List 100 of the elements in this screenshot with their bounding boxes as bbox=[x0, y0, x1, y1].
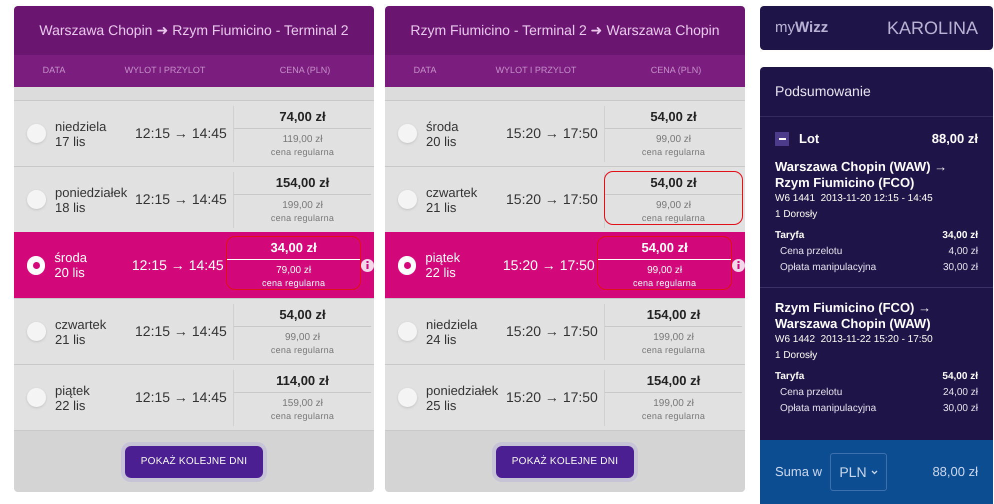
price: 114,00 zł bbox=[276, 372, 329, 390]
info-icon[interactable] bbox=[732, 258, 745, 272]
leg-details: W6 1441 2013-11-20 12:15 - 14:45 bbox=[775, 192, 934, 206]
flight-row[interactable]: piątek 22 lis 12:15 → 14:45 114,00 zł 159,00 zł cena regularna bbox=[14, 364, 374, 430]
regular-price: 199,00 zł bbox=[653, 398, 694, 410]
collapse-icon[interactable] bbox=[775, 132, 789, 146]
radio-button[interactable] bbox=[398, 256, 416, 274]
regular-price-label: cena regularna bbox=[270, 146, 334, 158]
fare-item-value: 30,00 zł bbox=[942, 260, 978, 274]
column-header: WYLOT I PRZYLOT bbox=[494, 64, 578, 78]
price: 74,00 zł bbox=[279, 108, 326, 126]
info-icon[interactable] bbox=[361, 258, 374, 272]
price: 54,00 zł bbox=[641, 239, 688, 257]
user-name[interactable]: KAROLINA bbox=[886, 14, 978, 42]
day-name: czwartek bbox=[55, 316, 108, 332]
route-title: Rzym Fiumicino - Terminal 2 ➜ Warszawa Chopin bbox=[410, 21, 720, 40]
fare-label: Taryfa bbox=[775, 228, 804, 242]
route-title: Warszawa Chopin ➜ Rzym Fiumicino - Terminal 2 bbox=[39, 21, 349, 40]
date: 24 lis bbox=[426, 332, 458, 346]
radio-button[interactable] bbox=[27, 256, 46, 274]
flight-time: 12:15 → 14:45 bbox=[132, 256, 225, 274]
fare-label: Taryfa bbox=[775, 370, 804, 384]
regular-price: 119,00 zł bbox=[282, 134, 322, 146]
flight-time: 12:15 → 14:45 bbox=[135, 322, 228, 341]
column-header: CENA (PLN) bbox=[650, 64, 702, 78]
day-name: środa bbox=[426, 118, 460, 134]
regular-price: 99,00 zł bbox=[656, 134, 692, 146]
flight-time: 12:15 → 14:45 bbox=[135, 388, 228, 407]
column-header: CENA (PLN) bbox=[278, 64, 332, 78]
price: 154,00 zł bbox=[646, 306, 700, 324]
fare-value: 34,00 zł bbox=[942, 228, 978, 242]
date: 22 lis bbox=[425, 265, 457, 280]
date: 17 lis bbox=[55, 134, 86, 148]
regular-price: 99,00 zł bbox=[647, 265, 682, 277]
price: 54,00 zł bbox=[650, 108, 697, 126]
radio-button[interactable] bbox=[398, 124, 417, 143]
day-name: piątek bbox=[425, 250, 462, 265]
fare-item-label: Cena przelotu bbox=[780, 244, 842, 258]
radio-button[interactable] bbox=[398, 190, 417, 209]
radio-button[interactable] bbox=[27, 124, 46, 143]
date: 22 lis bbox=[55, 398, 86, 412]
day-name: czwartek bbox=[426, 184, 478, 200]
column-header: DATA bbox=[412, 64, 438, 78]
section-label: Lot bbox=[799, 130, 820, 148]
fare-item-value: 30,00 zł bbox=[942, 402, 978, 416]
total-label: Suma w bbox=[775, 463, 822, 482]
flight-row[interactable]: niedziela 24 lis 15:20 → 17:50 154,00 zł 199,00 zł cena regularna bbox=[385, 298, 745, 364]
date: 20 lis bbox=[54, 265, 86, 280]
radio-button[interactable] bbox=[27, 322, 46, 341]
fare-value: 54,00 zł bbox=[942, 370, 978, 384]
total-value: 88,00 zł bbox=[932, 463, 978, 482]
regular-price-label: cena regularna bbox=[262, 277, 326, 289]
flight-time: 15:20 → 17:50 bbox=[506, 388, 599, 407]
day-name: poniedziałek bbox=[55, 184, 128, 200]
day-name: piątek bbox=[55, 382, 91, 398]
date: 20 lis bbox=[426, 134, 458, 148]
regular-price-label: cena regularna bbox=[642, 410, 706, 422]
radio-button[interactable] bbox=[27, 190, 46, 209]
date: 18 lis bbox=[55, 200, 86, 214]
regular-price: 79,00 zł bbox=[276, 265, 312, 277]
regular-price: 99,00 zł bbox=[284, 332, 320, 344]
fare-item-value: 4,00 zł bbox=[948, 244, 978, 258]
day-name: niedziela bbox=[426, 316, 478, 332]
radio-button[interactable] bbox=[398, 388, 417, 407]
chevron-down-icon bbox=[870, 470, 878, 474]
flight-row[interactable]: środa 20 lis 15:20 → 17:50 54,00 zł 99,00 zł cena regularna bbox=[385, 100, 745, 166]
summary-title: Podsumowanie bbox=[775, 82, 871, 101]
regular-price-label: cena regularna bbox=[633, 277, 696, 289]
show-more-days-button[interactable]: POKAŻ KOLEJNE DNI bbox=[125, 446, 263, 478]
brand-logo[interactable]: myWizz bbox=[775, 16, 828, 40]
regular-price-label: cena regularna bbox=[642, 344, 706, 356]
regular-price-label: cena regularna bbox=[270, 344, 334, 356]
flight-time: 12:15 → 14:45 bbox=[135, 190, 228, 209]
passengers: 1 Dorosły bbox=[775, 348, 818, 362]
fare-item-label: Cena przelotu bbox=[780, 386, 842, 400]
currency-select[interactable]: PLN bbox=[830, 453, 887, 491]
radio-button[interactable] bbox=[398, 322, 417, 341]
regular-price-label: cena regularna bbox=[270, 410, 334, 422]
flight-row[interactable]: czwartek 21 lis 15:20 → 17:50 54,00 zł 99,00 zł cena regularna bbox=[385, 166, 745, 232]
regular-price-label: cena regularna bbox=[270, 212, 334, 224]
flight-row[interactable]: czwartek 21 lis 12:15 → 14:45 54,00 zł 99,00 zł cena regularna bbox=[14, 298, 374, 364]
price: 34,00 zł bbox=[270, 239, 317, 257]
leg-route: Warszawa Chopin (WAW) → Rzym Fiumicino (FCO) bbox=[775, 158, 948, 190]
regular-price: 99,00 zł bbox=[656, 200, 692, 212]
leg-details: W6 1442 2013-11-22 15:20 - 17:50 bbox=[775, 332, 934, 346]
radio-button[interactable] bbox=[27, 388, 46, 407]
date: 21 lis bbox=[426, 200, 458, 214]
flight-row[interactable]: niedziela 17 lis 12:15 → 14:45 74,00 zł 119,00 zł cena regularna bbox=[14, 100, 374, 166]
regular-price: 199,00 zł bbox=[282, 200, 323, 212]
flight-row[interactable]: piątek 22 lis 15:20 → 17:50 54,00 zł 99,00 zł cena regularna bbox=[385, 232, 745, 298]
passengers: 1 Dorosły bbox=[775, 208, 818, 222]
price: 154,00 zł bbox=[646, 372, 700, 390]
day-name: poniedziałek bbox=[426, 382, 500, 398]
day-name: niedziela bbox=[55, 118, 108, 134]
flight-row[interactable]: środa 20 lis 12:15 → 14:45 34,00 zł 79,00 zł cena regularna bbox=[14, 232, 374, 298]
regular-price-label: cena regularna bbox=[642, 212, 706, 224]
regular-price: 199,00 zł bbox=[653, 332, 694, 344]
fare-item-value: 24,00 zł bbox=[942, 386, 978, 400]
show-more-days-button[interactable]: POKAŻ KOLEJNE DNI bbox=[496, 446, 634, 478]
date: 21 lis bbox=[55, 332, 86, 346]
